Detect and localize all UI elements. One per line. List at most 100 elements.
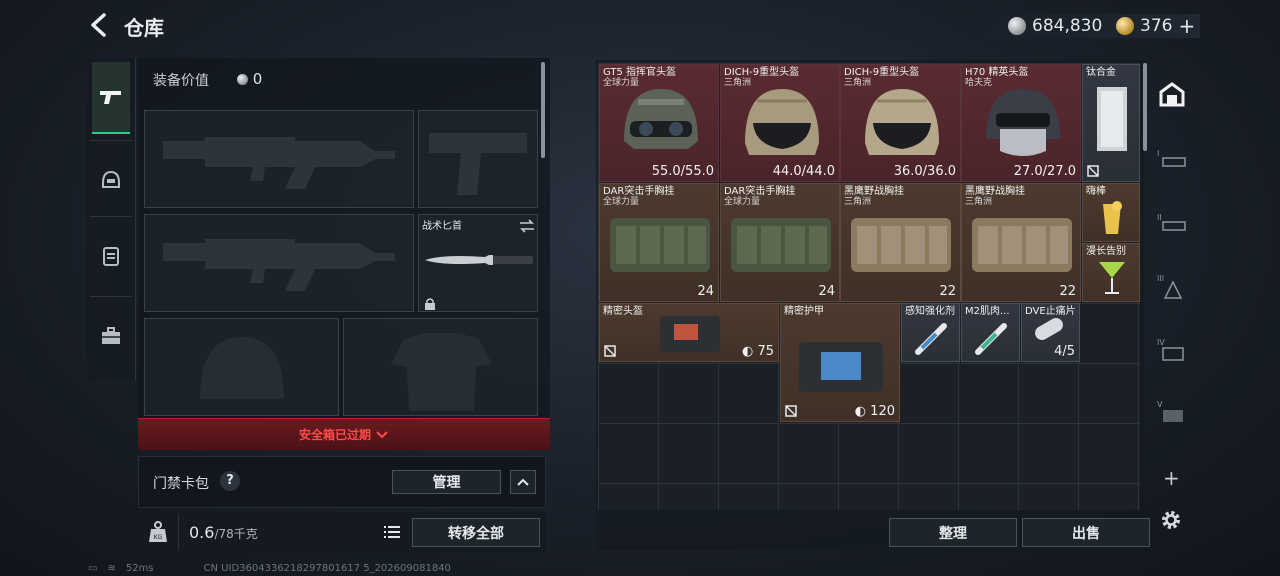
helmet-silhouette-icon — [200, 337, 284, 399]
svg-text:IV: IV — [1157, 338, 1165, 347]
silver-amount: 684,830 — [1032, 16, 1103, 36]
swap-icon[interactable] — [519, 219, 535, 233]
helmet-icon — [865, 89, 939, 155]
cocktail-icon — [1099, 262, 1125, 294]
helmet-icon — [102, 170, 120, 188]
transfer-all-button[interactable]: 转移全部 — [412, 518, 540, 547]
page-title: 仓库 — [124, 16, 164, 40]
stash-item[interactable]: 漫长告别 — [1082, 243, 1140, 302]
status-footer: ▭ ≋ 52ms CN UID3604336218297801617 5_202… — [88, 563, 451, 574]
chevron-up-icon — [517, 478, 529, 486]
stash-item[interactable]: DAR突击手胸挂 全球力量 24 — [720, 183, 840, 302]
svg-text:II: II — [1157, 213, 1162, 222]
svg-text:III: III — [1157, 274, 1164, 283]
equipment-scrollbar[interactable] — [541, 62, 545, 158]
stash-item[interactable]: 感知强化剂 — [901, 303, 960, 362]
collapse-button[interactable] — [510, 470, 536, 494]
warehouse-icon — [1159, 82, 1185, 107]
list-icon[interactable] — [380, 520, 404, 544]
helmet-icon — [986, 89, 1060, 156]
helmet-icon — [745, 89, 819, 155]
tab-armor[interactable] — [92, 220, 130, 292]
equipment-tabs — [86, 58, 136, 380]
stash-item[interactable]: 钛合金 — [1082, 64, 1140, 182]
tab-stash-3[interactable]: III — [1156, 270, 1188, 302]
ping-value: 52ms — [125, 563, 154, 574]
stash-item[interactable]: DAR突击手胸挂 全球力量 24 — [599, 183, 719, 302]
no-insure-icon — [785, 405, 797, 417]
uid-text: CN UID3604336218297801617 5_202609081840 — [203, 563, 451, 574]
stash-item[interactable]: 精密护甲 ◐ 120 — [780, 303, 900, 422]
rifle-silhouette-icon — [163, 239, 395, 291]
chest-rig-icon — [731, 218, 831, 272]
pistol-silhouette-icon — [429, 133, 527, 195]
shield-icon: ◐ — [741, 344, 758, 359]
stash-item[interactable]: 黑鹰野战胸挂 三角洲 22 — [840, 183, 961, 302]
stash-item[interactable]: DVE止痛片 4/5 — [1021, 303, 1080, 362]
drink-icon — [1103, 201, 1122, 234]
tab-helmet[interactable] — [92, 144, 130, 216]
stash-item[interactable]: DICH-9重型头盔 三角洲 36.0/36.0 — [840, 64, 961, 182]
tab-stash-2[interactable]: II — [1156, 206, 1188, 238]
tab-case[interactable] — [92, 300, 130, 372]
add-stash-button[interactable]: + — [1163, 466, 1180, 490]
tab-stash-all[interactable] — [1156, 78, 1188, 110]
safe-box-status[interactable]: 安全箱已过期 — [138, 418, 550, 450]
stash-page-5-icon: V — [1157, 400, 1183, 422]
armor-slot[interactable] — [343, 318, 538, 416]
weight-icon: KG — [149, 521, 167, 542]
sidearm-slot[interactable] — [418, 110, 538, 208]
tab-stash-5[interactable]: V — [1156, 396, 1188, 428]
silver-coin-icon — [237, 74, 248, 85]
no-insure-icon — [1087, 165, 1099, 177]
stash-item[interactable]: 精密头盔 ◐ 75 — [599, 303, 779, 362]
stash-item[interactable]: 嗨棒 — [1082, 183, 1140, 242]
stash-item[interactable]: GT5 指挥官头盔 全球力量 55.0/55.0 — [599, 64, 719, 182]
stash-item[interactable]: M2肌肉... — [961, 303, 1020, 362]
chest-rig-icon — [972, 218, 1072, 272]
lock-icon — [425, 298, 435, 310]
stash-item[interactable]: 黑鹰野战胸挂 三角洲 22 — [961, 183, 1081, 302]
sort-button[interactable]: 整理 — [889, 518, 1017, 547]
safe-box-status-text: 安全箱已过期 — [298, 428, 371, 442]
wifi-icon: ≋ — [107, 563, 116, 574]
no-insure-icon — [604, 345, 616, 357]
armor-silhouette-icon — [391, 333, 492, 411]
pistol-icon — [100, 91, 121, 104]
briefcase-icon — [102, 327, 120, 344]
shield-icon: ◐ — [854, 404, 871, 419]
durability-stat: ◐ 75 — [741, 344, 774, 359]
stash-item[interactable]: H70 精英头盔 哈夫克 27.0/27.0 — [961, 64, 1081, 182]
chest-rig-icon — [851, 218, 951, 272]
secondary-weapon-slot[interactable] — [144, 214, 414, 312]
equipment-value-label: 装备价值 — [153, 73, 209, 89]
back-icon[interactable] — [86, 12, 112, 38]
add-currency-button[interactable]: + — [1178, 16, 1195, 36]
sell-button[interactable]: 出售 — [1022, 518, 1150, 547]
stash-item[interactable]: DICH-9重型头盔 三角洲 44.0/44.0 — [720, 64, 840, 182]
help-icon[interactable]: ? — [220, 471, 240, 491]
tab-stash-4[interactable]: IV — [1156, 334, 1188, 366]
stash-scrollbar[interactable] — [1143, 63, 1147, 151]
chest-rig-icon — [610, 218, 710, 272]
chevron-down-icon — [376, 430, 388, 438]
syringe-icon — [975, 323, 1007, 355]
manage-button[interactable]: 管理 — [392, 470, 501, 494]
gold-amount: 376 — [1140, 16, 1173, 36]
helmet-slot[interactable] — [144, 318, 339, 416]
card-pack-label: 门禁卡包 — [153, 476, 209, 492]
svg-text:I: I — [1157, 149, 1159, 158]
stash-page-4-icon: IV — [1157, 338, 1184, 361]
stash-page-1-icon: I — [1157, 149, 1186, 167]
durability-stat: ◐ 120 — [854, 404, 895, 419]
primary-weapon-slot[interactable] — [144, 110, 414, 208]
silver-currency: 684,830 — [1008, 14, 1102, 38]
knife-slot[interactable]: 战术匕首 — [418, 214, 538, 312]
gear-icon[interactable] — [1159, 508, 1183, 532]
tab-stash-1[interactable]: I — [1156, 142, 1188, 174]
helmet-icon — [624, 89, 698, 149]
tactical-knife-icon — [425, 255, 533, 265]
vest-icon — [103, 247, 119, 266]
tab-weapons[interactable] — [92, 62, 130, 134]
case-icon — [660, 316, 720, 352]
